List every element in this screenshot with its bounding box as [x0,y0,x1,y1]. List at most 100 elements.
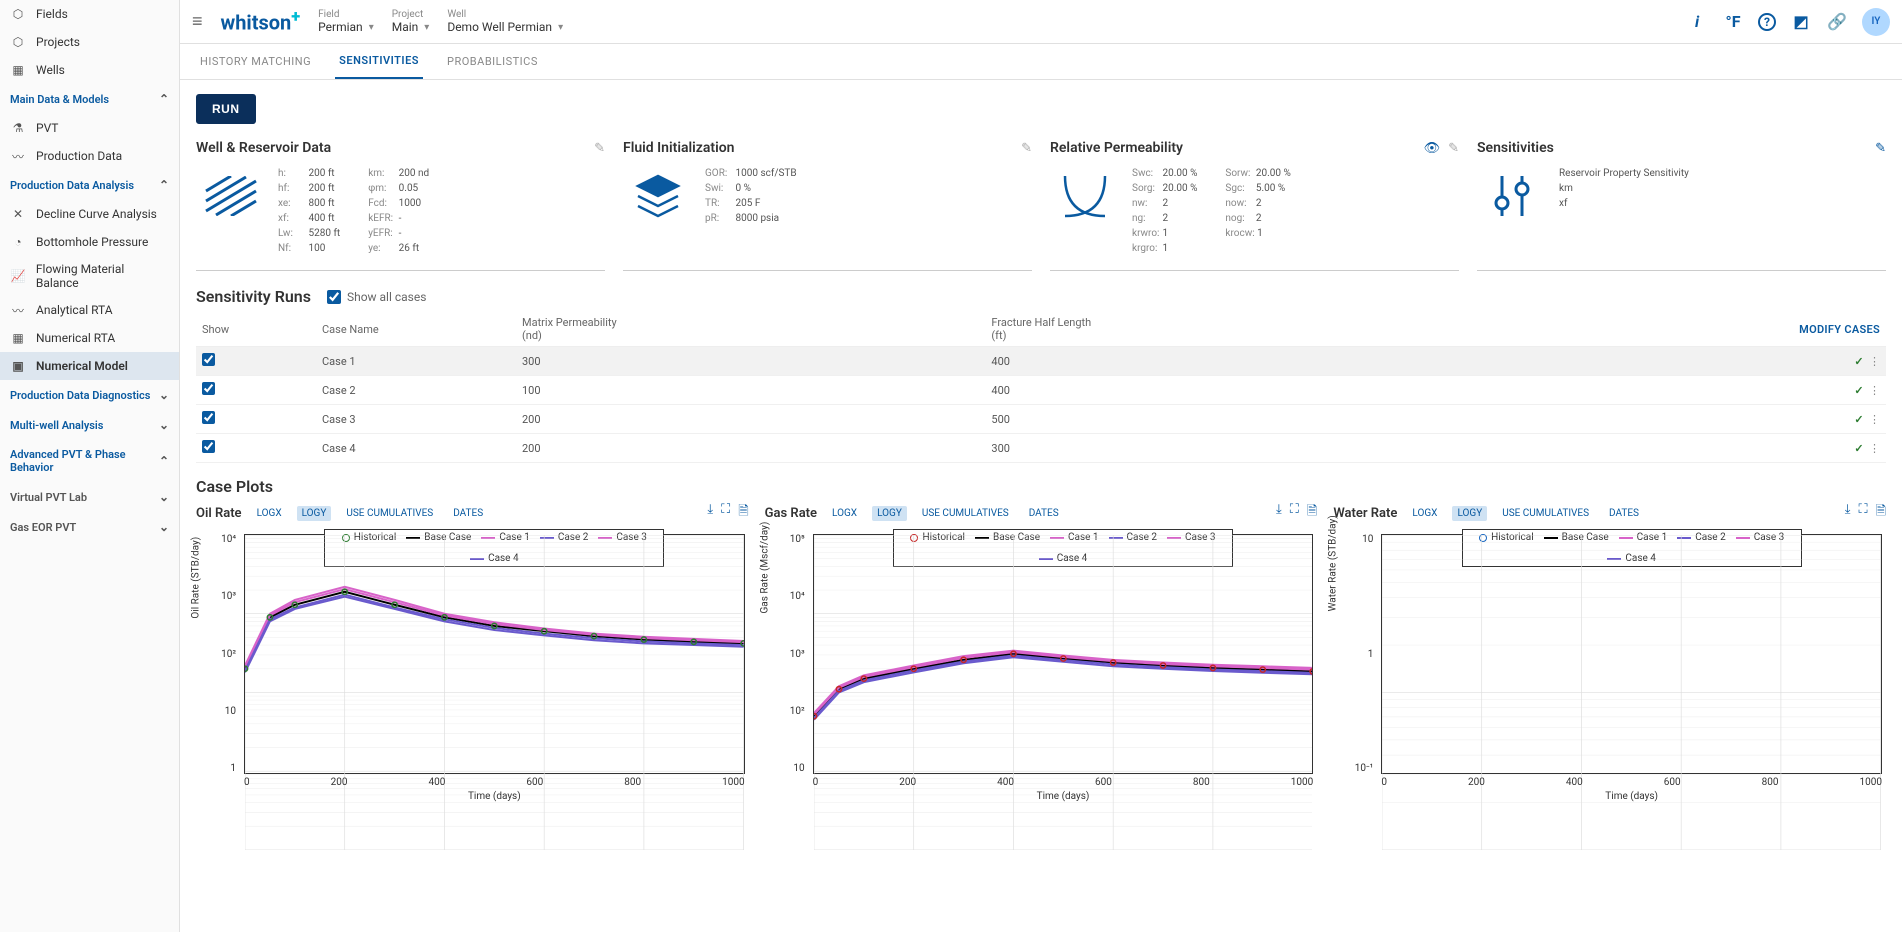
edit-icon[interactable]: ✎ [1448,141,1459,156]
data-row: km: 200 nd [368,166,429,181]
data-row: TR: 205 F [705,196,797,211]
nav-icon: ◔ [10,234,26,250]
status-check-icon: ✓ [1854,384,1863,397]
data-row: hf: 200 ft [278,181,340,196]
fracture-half-length: 500 [985,405,1477,434]
link-icon[interactable]: 🔗 [1826,11,1848,33]
plot-control-logy[interactable]: LOGY [872,506,907,521]
row-show-checkbox[interactable] [202,382,215,395]
tab-sensitivities[interactable]: SENSITIVITIES [335,44,423,79]
chevron-up-icon: ⌃ [159,92,169,106]
row-menu-icon[interactable]: ⋮ [1869,442,1880,455]
sidebar-item-decline-curve-analysis[interactable]: ✕ Decline Curve Analysis [0,200,179,228]
run-button[interactable]: RUN [196,94,256,124]
status-check-icon: ✓ [1854,442,1863,455]
field-selector[interactable]: Field Permian [318,9,374,34]
table-row[interactable]: Case 3 200 500 ✓ ⋮ [196,405,1886,434]
sidebar-item-bottomhole-pressure[interactable]: ◔ Bottomhole Pressure [0,228,179,256]
sidebar-item-numerical-rta[interactable]: ▦ Numerical RTA [0,324,179,352]
fracture-half-length: 400 [985,347,1477,376]
expand-icon[interactable]: ⛶ [721,502,730,524]
y-axis-ticks: 10110⁻¹ [1337,534,1377,774]
chevron-down-icon: ⌄ [159,388,169,402]
chevron-up-icon: ⌃ [159,178,169,192]
sidebar-section[interactable]: Advanced PVT & Phase Behavior ⌃ [0,440,179,482]
plot-control-use-cumulatives[interactable]: USE CUMULATIVES [341,506,438,521]
data-row: Sorg: 20.00 % [1132,181,1197,196]
sidebar-item-label: Bottomhole Pressure [36,235,148,249]
project-selector[interactable]: Project Main [392,9,430,34]
sidebar-section-title: Advanced PVT & Phase Behavior [10,448,159,474]
download-icon[interactable]: ⤓ [1845,502,1851,524]
expand-icon[interactable]: ⛶ [1858,502,1867,524]
y-axis-ticks: 10⁴10³10²101 [200,534,240,774]
row-show-checkbox[interactable] [202,411,215,424]
case-name: Case 2 [316,376,516,405]
x-axis-label: Time (days) [1605,791,1658,802]
data-row: xe: 800 ft [278,196,340,211]
card-fluid-init: Fluid Initialization ✎ GOR: 1000 scf/STB… [623,140,1032,271]
info-icon[interactable]: i [1686,11,1708,33]
well-selector[interactable]: Well Demo Well Permian [447,9,563,34]
plot-control-logy[interactable]: LOGY [1452,506,1487,521]
sidebar-item-numerical-model[interactable]: ▣ Numerical Model [0,352,179,380]
tab-probabilistics[interactable]: PROBABILISTICS [443,45,542,78]
sidebar-item-analytical-rta[interactable]: 〰 Analytical RTA [0,296,179,324]
sidebar-item-pvt[interactable]: ⚗ PVT [0,114,179,142]
status-check-icon: ✓ [1854,413,1863,426]
feedback-icon[interactable]: ◩ [1790,11,1812,33]
sidebar-section[interactable]: Virtual PVT Lab ⌄ [0,482,179,512]
data-row: Swc: 20.00 % [1132,166,1197,181]
sidebar-item-wells[interactable]: ▦ Wells [0,56,179,84]
help-icon[interactable]: ? [1758,13,1776,31]
case-name: Case 4 [316,434,516,463]
sidebar-section[interactable]: Main Data & Models ⌃ [0,84,179,114]
row-show-checkbox[interactable] [202,353,215,366]
expand-icon[interactable]: ⛶ [1290,502,1299,524]
row-menu-icon[interactable]: ⋮ [1869,355,1880,368]
nav-icon: ▦ [10,330,26,346]
plot-control-logx[interactable]: LOGX [1407,506,1442,521]
plot-control-use-cumulatives[interactable]: USE CUMULATIVES [1497,506,1594,521]
row-show-checkbox[interactable] [202,440,215,453]
sidebar-item-projects[interactable]: ⬡ Projects [0,28,179,56]
table-row[interactable]: Case 4 200 300 ✓ ⋮ [196,434,1886,463]
plot-control-logx[interactable]: LOGX [827,506,862,521]
export-icon[interactable]: 🗎 [738,502,748,524]
plot-control-logy[interactable]: LOGY [297,506,332,521]
view-icon[interactable]: 👁 [1424,141,1441,156]
plot-control-dates[interactable]: DATES [448,506,488,521]
sidebar-section-title: Production Data Analysis [10,179,134,192]
plot-control-logx[interactable]: LOGX [252,506,287,521]
table-row[interactable]: Case 1 300 400 ✓ ⋮ [196,347,1886,376]
sidebar-section[interactable]: Gas EOR PVT ⌄ [0,512,179,542]
sidebar-item-label: Projects [36,35,80,49]
sidebar-section[interactable]: Production Data Diagnostics ⌄ [0,380,179,410]
row-menu-icon[interactable]: ⋮ [1869,413,1880,426]
x-axis-label: Time (days) [468,791,521,802]
edit-icon[interactable]: ✎ [594,141,605,156]
export-icon[interactable]: 🗎 [1307,502,1317,524]
download-icon[interactable]: ⤓ [707,502,713,524]
sidebar-item-fields[interactable]: ⬡ Fields [0,0,179,28]
export-icon[interactable]: 🗎 [1876,502,1886,524]
tab-history-matching[interactable]: HISTORY MATCHING [196,45,315,78]
plot-control-use-cumulatives[interactable]: USE CUMULATIVES [917,506,1014,521]
modify-cases-link[interactable]: MODIFY CASES [1477,312,1886,347]
edit-icon[interactable]: ✎ [1021,141,1032,156]
plot-control-dates[interactable]: DATES [1024,506,1064,521]
show-all-cases-checkbox[interactable]: Show all cases [327,290,426,304]
download-icon[interactable]: ⤓ [1276,502,1282,524]
sidebar-section[interactable]: Production Data Analysis ⌃ [0,170,179,200]
sidebar-item-flowing-material-balance[interactable]: 📈 Flowing Material Balance [0,256,179,296]
table-row[interactable]: Case 2 100 400 ✓ ⋮ [196,376,1886,405]
avatar[interactable]: IY [1862,8,1890,36]
temperature-unit-icon[interactable]: °F [1722,11,1744,33]
row-menu-icon[interactable]: ⋮ [1869,384,1880,397]
hamburger-icon[interactable]: ≡ [192,11,203,32]
sidebar-section[interactable]: Multi-well Analysis ⌄ [0,410,179,440]
sensitivity-type: Reservoir Property Sensitivity [1559,166,1689,181]
sidebar-item-production-data[interactable]: 〰 Production Data [0,142,179,170]
plot-control-dates[interactable]: DATES [1604,506,1644,521]
edit-icon[interactable]: ✎ [1875,141,1886,156]
